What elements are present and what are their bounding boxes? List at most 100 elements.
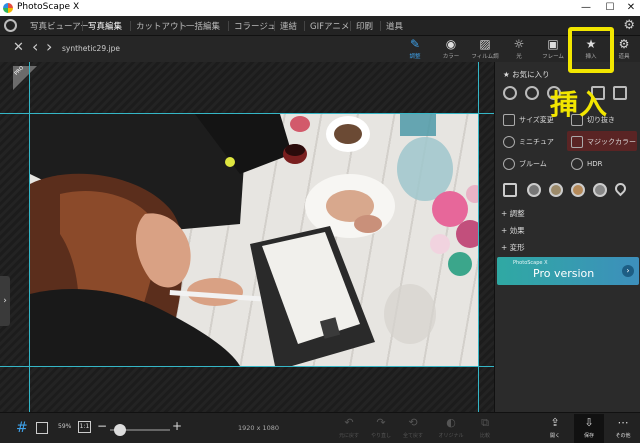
tool-frame[interactable]: ▣ フレーム: [537, 37, 569, 62]
more-button[interactable]: ⋯ その他: [608, 416, 638, 439]
undo-button[interactable]: ↶ 元に戻す: [334, 416, 364, 439]
promo-title: Pro version: [533, 267, 595, 280]
fit-frame-icon[interactable]: [36, 422, 48, 434]
tab-separator: [228, 21, 229, 31]
miniature-tool[interactable]: ミニチュア: [503, 136, 554, 148]
file-name: synthetic29.jpe: [62, 44, 120, 53]
save-label: 保存: [583, 433, 594, 439]
tab-tools[interactable]: 道具: [386, 20, 403, 32]
original-icon: ◐: [446, 416, 456, 429]
save-button[interactable]: ⇩ 保存: [574, 416, 604, 439]
tab-gif[interactable]: GIFアニメ: [310, 20, 349, 32]
tab-separator: [82, 21, 83, 31]
compare-label: 比較: [479, 433, 490, 439]
zoom-slider-handle[interactable]: [114, 424, 126, 436]
grid-icon[interactable]: #: [16, 421, 28, 435]
image-dimensions: 1920 x 1080: [238, 424, 280, 432]
guide-line-right: [478, 62, 479, 412]
tool-label: フレーム: [542, 54, 564, 60]
zoom-out-icon[interactable]: −: [97, 419, 107, 433]
resize-icon: [503, 114, 515, 126]
tab-print[interactable]: 印刷: [356, 20, 373, 32]
list-icon[interactable]: [503, 183, 517, 197]
favorites-tab[interactable]: ★ お気に入り: [503, 69, 550, 80]
undo-icon: ↶: [344, 416, 354, 429]
open-label: 開く: [549, 433, 560, 439]
frame-icon: ▣: [547, 37, 559, 51]
tool-film[interactable]: ▨ フィルム調: [469, 37, 501, 62]
redo-button[interactable]: ↷ やり直し: [366, 416, 396, 439]
tool-label: カラー: [442, 54, 460, 60]
window-title: PhotoScape X: [17, 2, 80, 12]
revert-icon: ⟲: [408, 416, 418, 429]
tool-adjust[interactable]: ✎ 調整: [399, 37, 431, 62]
tab-separator: [180, 21, 181, 31]
miniature-icon: [503, 136, 515, 148]
editor-canvas[interactable]: PRO ›: [0, 62, 494, 412]
pro-version-banner[interactable]: PhotoScape X Pro version ›: [497, 257, 639, 285]
callout-label: 挿入: [550, 88, 609, 121]
section-effects[interactable]: + 効果: [501, 225, 525, 236]
previous-photo-icon[interactable]: ‹: [32, 37, 38, 56]
hdr-tool[interactable]: HDR: [571, 158, 603, 170]
film-icon: ▨: [479, 37, 491, 51]
tab-separator: [274, 21, 275, 31]
section-transform[interactable]: + 変形: [501, 242, 525, 253]
original-button[interactable]: ◐ オリジナル: [436, 416, 466, 439]
section-adjust[interactable]: + 調整: [501, 208, 525, 219]
app-logo-icon: [3, 3, 13, 13]
settings-gear-icon[interactable]: ⚙: [623, 18, 635, 33]
tone-swatch[interactable]: [549, 183, 563, 197]
redo-icon: ↷: [376, 416, 386, 429]
redo-label: やり直し: [370, 433, 391, 439]
open-button[interactable]: ⇪ 開く: [540, 416, 570, 439]
home-icon[interactable]: [4, 19, 17, 32]
save-icon: ⇩: [584, 416, 594, 429]
undo-label: 元に戻す: [338, 433, 359, 439]
more-label: その他: [615, 433, 631, 439]
perspective-icon[interactable]: [613, 86, 627, 100]
bloom-tool[interactable]: ブルーム: [503, 158, 547, 170]
tone-swatch[interactable]: [571, 183, 585, 197]
tab-combine[interactable]: 連結: [280, 20, 297, 32]
edit-icon: ✎: [409, 37, 421, 51]
actual-size-button[interactable]: 1:1: [78, 421, 91, 433]
close-button[interactable]: ✕: [617, 0, 640, 16]
tool-light[interactable]: ☼ 光: [503, 37, 535, 62]
drop-icon[interactable]: [612, 180, 629, 197]
tone-swatch[interactable]: [593, 183, 607, 197]
compare-button[interactable]: ⧉ 比較: [470, 416, 500, 439]
next-photo-icon[interactable]: ›: [46, 37, 52, 56]
document-toolbar: ✕ ‹ › synthetic29.jpe ✎ 調整 ◉ カラー ▨ フィルム調…: [0, 36, 640, 62]
menu-bar: 写真ビューアー 写真編集 カットアウト 一括編集 コラージュ 連結 GIFアニメ…: [0, 16, 640, 36]
open-icon: ⇪: [550, 416, 560, 429]
close-document-icon[interactable]: ✕: [13, 40, 24, 55]
callout-highlight-box: [568, 27, 614, 73]
tab-collage[interactable]: コラージュ: [234, 20, 276, 32]
tab-separator: [350, 21, 351, 31]
bottom-toolbar: # 59% 1:1 − + 1920 x 1080 ↶ 元に戻す ↷ やり直し …: [0, 412, 640, 443]
tab-batch[interactable]: 一括編集: [186, 20, 220, 32]
photo-image[interactable]: [30, 114, 478, 366]
rotate-right-icon[interactable]: [525, 86, 539, 100]
tone-swatch[interactable]: [527, 183, 541, 197]
revert-all-button[interactable]: ⟲ 全て戻す: [398, 416, 428, 439]
tool-label: フィルム調: [471, 54, 499, 60]
guide-line-bottom: [0, 366, 494, 367]
tool-label: 調整: [409, 54, 421, 60]
revert-label: 全て戻す: [402, 433, 423, 439]
tool-color[interactable]: ◉ カラー: [435, 37, 467, 62]
magic-color-tool[interactable]: マジックカラー: [571, 136, 636, 148]
left-panel-toggle[interactable]: ›: [0, 276, 10, 326]
miniature-label: ミニチュア: [519, 138, 554, 146]
hdr-label: HDR: [587, 160, 603, 168]
tab-photo-viewer[interactable]: 写真ビューアー: [30, 20, 89, 32]
photo-illustration: [30, 114, 478, 366]
resize-tool[interactable]: サイズ変更: [503, 114, 554, 126]
rotate-left-icon[interactable]: [503, 86, 517, 100]
tab-separator: [130, 21, 131, 31]
zoom-in-icon[interactable]: +: [172, 419, 182, 433]
original-label: オリジナル: [438, 433, 464, 439]
tab-photo-editor[interactable]: 写真編集: [88, 20, 122, 32]
tool-label: 光: [516, 54, 522, 60]
